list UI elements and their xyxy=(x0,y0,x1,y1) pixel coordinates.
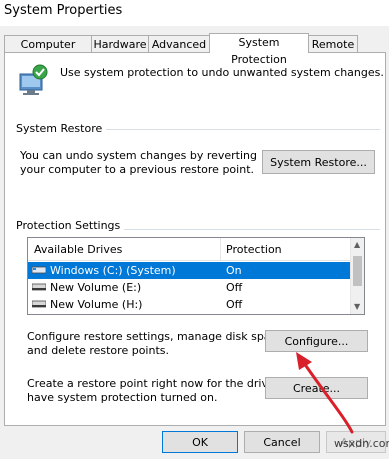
system-shield-icon xyxy=(19,64,48,95)
drive-protection-status: On xyxy=(226,264,242,277)
drive-protection-status: Off xyxy=(226,298,243,311)
tab-remote[interactable]: Remote xyxy=(308,35,358,53)
configure-desc-line1: Configure restore settings, manage disk … xyxy=(27,330,287,343)
scroll-up-arrow-icon[interactable]: ▲ xyxy=(354,240,360,249)
drive-row-h[interactable]: New Volume (H:) Off xyxy=(28,296,350,313)
watermark: wsxdn.com xyxy=(334,437,389,450)
tab-strip: Computer Name Hardware Advanced System P… xyxy=(4,33,385,68)
column-protection[interactable]: Protection xyxy=(226,243,282,256)
scroll-down-arrow-icon[interactable]: ▼ xyxy=(354,302,360,311)
scroll-thumb[interactable] xyxy=(353,256,362,286)
drive-name: New Volume (E:) xyxy=(50,281,142,294)
cancel-button[interactable]: Cancel xyxy=(244,431,320,453)
drive-protection-status: Off xyxy=(226,281,243,294)
hard-drive-icon xyxy=(32,283,46,291)
system-restore-description: You can undo system changes by reverting… xyxy=(20,149,257,177)
create-button[interactable]: Create... xyxy=(265,377,368,399)
protection-settings-group-title: Protection Settings xyxy=(16,219,125,232)
system-restore-group-title: System Restore xyxy=(16,122,107,135)
windows-drive-icon xyxy=(32,266,46,274)
configure-button[interactable]: Configure... xyxy=(265,330,368,352)
drives-list-scrollbar[interactable]: ▲ ▼ xyxy=(350,238,364,314)
title-bar: System Properties xyxy=(0,0,389,26)
tab-system-protection[interactable]: System Protection xyxy=(209,33,309,66)
intro-text: Use system protection to undo unwanted s… xyxy=(60,66,384,79)
configure-desc-line2: and delete restore points. xyxy=(27,344,169,357)
hard-drive-icon xyxy=(32,300,46,308)
system-restore-button[interactable]: System Restore... xyxy=(262,150,375,174)
drives-list-header: Available Drives Protection xyxy=(28,238,350,261)
drives-list[interactable]: Available Drives Protection Windows (C:)… xyxy=(27,237,365,315)
column-available-drives[interactable]: Available Drives xyxy=(34,243,122,256)
system-restore-desc-line2: your computer to a previous restore poin… xyxy=(20,163,254,176)
window-title: System Properties xyxy=(4,3,123,18)
tab-computer-name[interactable]: Computer Name xyxy=(4,35,92,68)
column-divider xyxy=(220,238,221,260)
system-restore-desc-line1: You can undo system changes by reverting xyxy=(20,149,257,162)
drive-row-c[interactable]: Windows (C:) (System) On xyxy=(28,262,350,279)
drive-name: Windows (C:) (System) xyxy=(50,264,176,277)
tab-hardware[interactable]: Hardware xyxy=(91,35,149,53)
drive-name: New Volume (H:) xyxy=(50,298,143,311)
tab-advanced[interactable]: Advanced xyxy=(148,35,210,53)
ok-button[interactable]: OK xyxy=(162,431,238,453)
drive-row-e[interactable]: New Volume (E:) Off xyxy=(28,279,350,296)
configure-description: Configure restore settings, manage disk … xyxy=(27,330,287,358)
